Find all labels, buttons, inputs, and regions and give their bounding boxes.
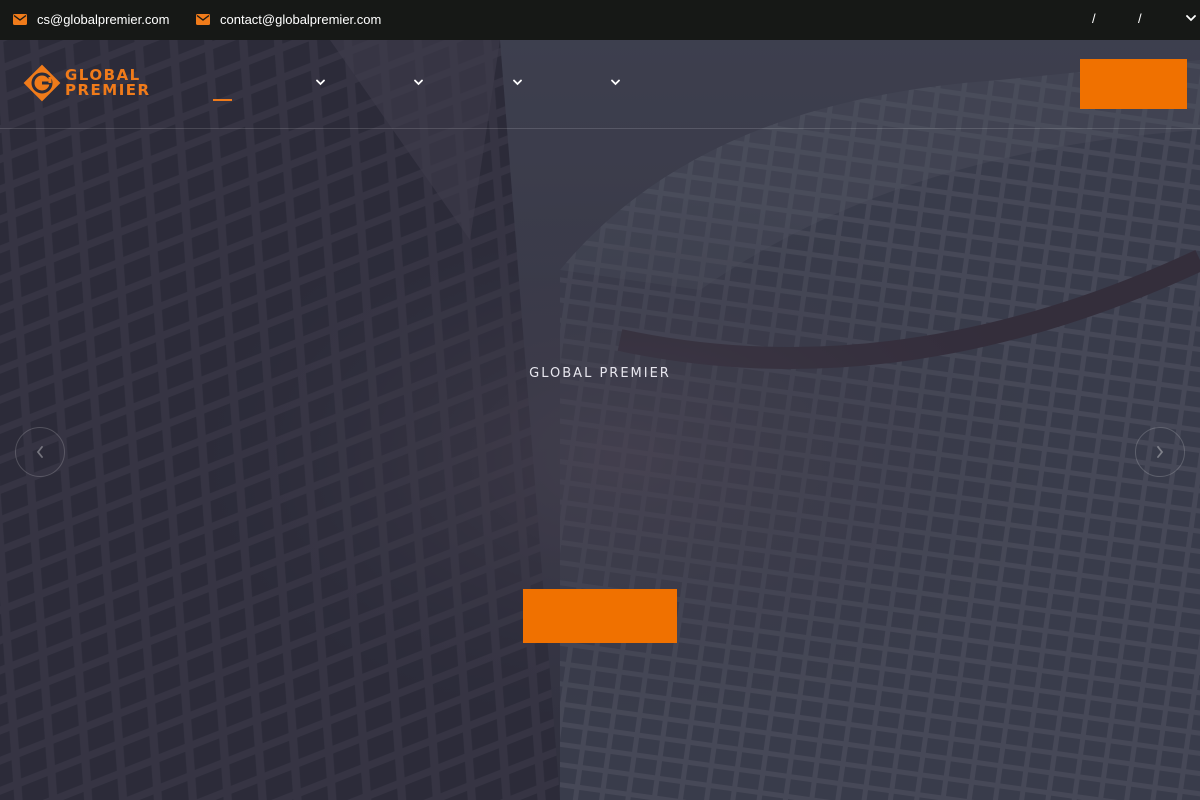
language-separator: / [1138,11,1142,26]
hero-background-image [0,40,1200,800]
slide-eyebrow: GLOBAL PREMIER [529,366,671,381]
envelope-icon [196,14,210,25]
email-text: cs@globalpremier.com [37,12,170,27]
chevron-down-icon[interactable] [1186,15,1196,22]
chevron-left-icon [36,446,43,458]
email-text: contact@globalpremier.com [220,12,382,27]
email-link-contact[interactable]: contact@globalpremier.com [196,12,381,27]
header-cta-button[interactable] [1080,59,1187,109]
nav-active-indicator [213,99,232,101]
envelope-icon [13,14,27,25]
top-bar: cs@globalpremier.com contact@globalpremi… [0,0,1200,40]
language-separator: / [1092,11,1096,26]
logo-line-2: PREMIER [65,81,151,99]
main-header: GLOBAL PREMIER [0,40,1200,129]
chevron-right-icon [1157,446,1164,458]
logo-wordmark: GLOBAL PREMIER [65,68,151,98]
email-link-cs[interactable]: cs@globalpremier.com [13,12,169,27]
slide-cta-button[interactable] [523,589,677,643]
site-logo[interactable]: GLOBAL PREMIER [23,64,151,102]
slider-next-button[interactable] [1135,427,1185,477]
global-premier-logo-icon [23,64,61,102]
chevron-down-icon[interactable] [414,79,423,86]
chevron-down-icon[interactable] [513,79,522,86]
chevron-down-icon[interactable] [611,79,620,86]
hero-slider [0,40,1200,800]
slider-prev-button[interactable] [15,427,65,477]
chevron-down-icon[interactable] [316,79,325,86]
